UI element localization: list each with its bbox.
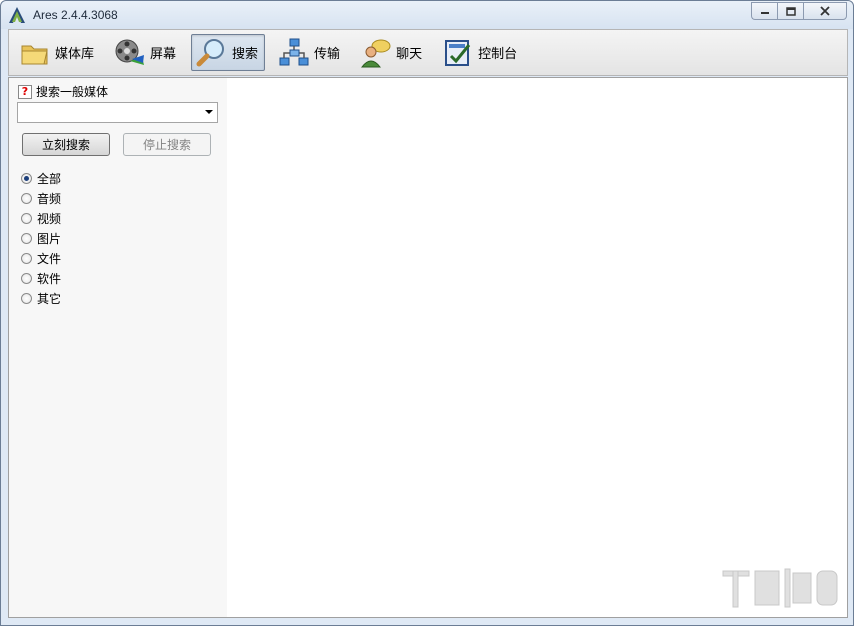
title-bar[interactable]: Ares 2.4.4.3068 (1, 1, 853, 29)
chat-user-icon (361, 39, 391, 67)
app-window: Ares 2.4.4.3068 媒体库 屏幕 搜索 传输 聊天 控制台 ? 搜索… (0, 0, 854, 626)
radio-image-label: 图片 (37, 231, 62, 246)
tab-search[interactable]: 搜索 (191, 34, 266, 71)
close-button[interactable] (803, 2, 847, 20)
magnifier-icon (196, 38, 225, 66)
maximize-icon (785, 6, 796, 16)
tab-library[interactable]: 媒体库 (14, 34, 101, 71)
close-icon (820, 6, 830, 16)
search-header: ? 搜索一般媒体 (18, 83, 108, 100)
tab-screen[interactable]: 屏幕 (109, 34, 183, 71)
radio-all-label: 全部 (37, 171, 62, 186)
radio-image[interactable] (21, 232, 32, 244)
chevron-down-icon[interactable] (205, 110, 213, 114)
tab-search-label: 搜索 (232, 46, 259, 61)
tab-console[interactable]: 控制台 (437, 34, 524, 71)
watermark-logo-icon (722, 568, 838, 608)
radio-software[interactable] (21, 272, 32, 284)
content-area: ? 搜索一般媒体 立刻搜索 停止搜索 全部 音频 视频 图片 文件 软件 其它 (8, 77, 848, 618)
tab-screen-label: 屏幕 (150, 46, 177, 61)
radio-other-label: 其它 (37, 291, 62, 306)
network-icon (279, 38, 309, 65)
help-icon[interactable]: ? (18, 84, 32, 99)
minimize-button[interactable] (751, 2, 777, 20)
radio-other[interactable] (21, 292, 32, 304)
search-panel: ? 搜索一般媒体 立刻搜索 停止搜索 全部 音频 视频 图片 文件 软件 其它 (9, 78, 227, 617)
radio-item-all[interactable]: 全部 (21, 168, 61, 188)
radio-video[interactable] (21, 212, 32, 224)
radio-audio[interactable] (21, 192, 32, 204)
folder-icon (21, 45, 48, 64)
main-toolbar: 媒体库 屏幕 搜索 传输 聊天 控制台 (8, 29, 848, 76)
control-panel-icon (445, 39, 471, 66)
ares-logo-icon (9, 7, 25, 23)
radio-item-software[interactable]: 软件 (21, 268, 61, 288)
radio-audio-label: 音频 (37, 191, 62, 206)
tab-transfer-label: 传输 (314, 46, 341, 61)
stop-search-button[interactable]: 停止搜索 (123, 133, 211, 156)
film-reel-icon (115, 39, 145, 65)
search-combo[interactable] (17, 102, 218, 123)
radio-item-video[interactable]: 视频 (21, 208, 61, 228)
radio-software-label: 软件 (37, 271, 62, 286)
radio-item-document[interactable]: 文件 (21, 248, 61, 268)
maximize-button[interactable] (777, 2, 803, 20)
start-search-button[interactable]: 立刻搜索 (22, 133, 110, 156)
media-type-list: 全部 音频 视频 图片 文件 软件 其它 (21, 168, 61, 308)
radio-document[interactable] (21, 252, 32, 264)
radio-item-other[interactable]: 其它 (21, 288, 61, 308)
search-label: 搜索一般媒体 (36, 85, 109, 99)
radio-all[interactable] (21, 172, 32, 184)
window-title: Ares 2.4.4.3068 (33, 8, 118, 22)
tab-chat[interactable]: 聊天 (355, 34, 429, 71)
tab-transfer[interactable]: 传输 (273, 34, 347, 71)
tab-chat-label: 聊天 (396, 46, 423, 61)
window-controls (751, 2, 847, 22)
tab-console-label: 控制台 (478, 46, 518, 61)
radio-item-audio[interactable]: 音频 (21, 188, 61, 208)
radio-item-image[interactable]: 图片 (21, 228, 61, 248)
tab-library-label: 媒体库 (55, 46, 95, 61)
minimize-icon (760, 12, 769, 14)
radio-document-label: 文件 (37, 251, 62, 266)
radio-video-label: 视频 (37, 211, 62, 226)
